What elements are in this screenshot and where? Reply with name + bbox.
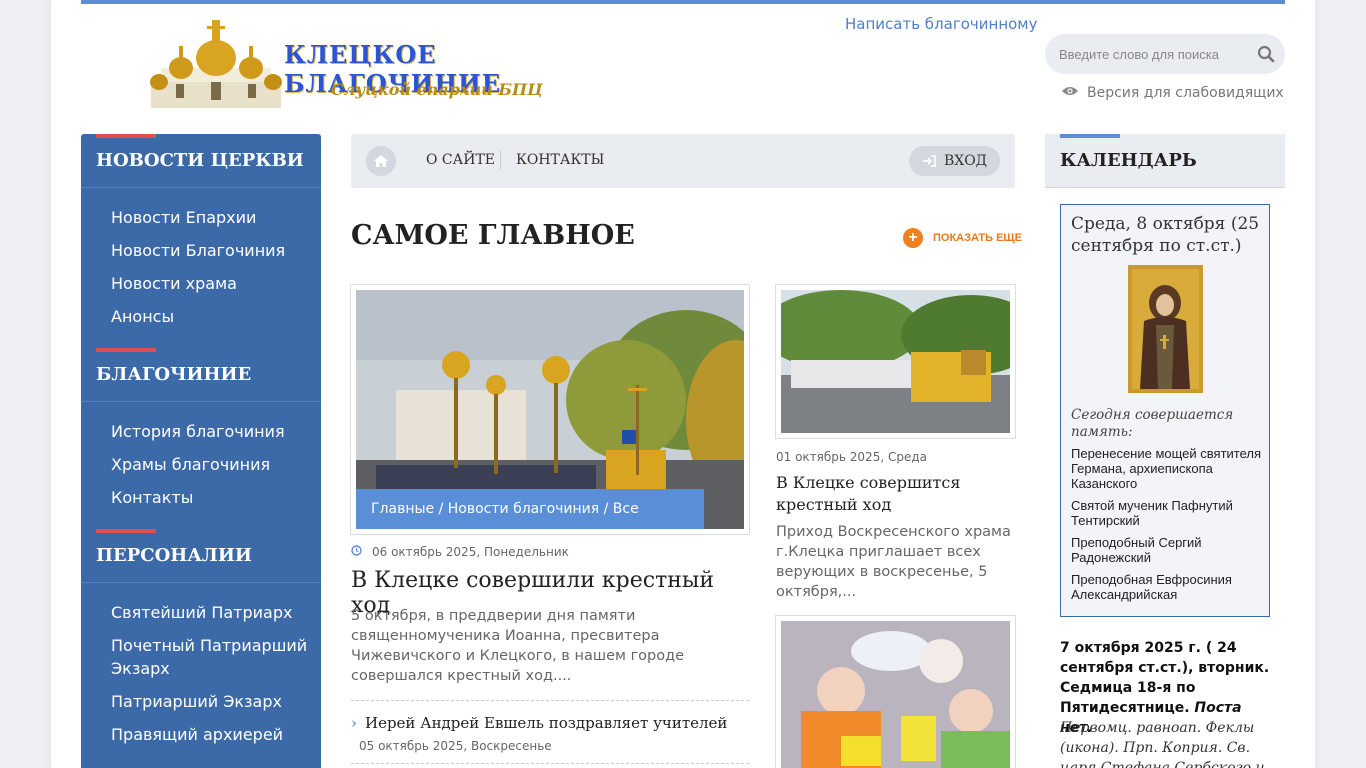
saint-item[interactable]: Преподобный Сергий Радонежский: [1071, 535, 1266, 565]
procession-road-photo: [781, 290, 1010, 433]
saints-list: Перенесение мощей святителя Германа, арх…: [1071, 446, 1266, 609]
logo-subtitle: Слуцкой епархии БПЦ: [331, 80, 543, 99]
section-title: БЛАГОЧИНИЕ: [96, 364, 252, 385]
clock-icon: [351, 545, 362, 559]
eye-icon: [1061, 85, 1079, 101]
divider: [351, 763, 749, 764]
sidebar-item-patriarch[interactable]: Святейший Патриарх: [111, 601, 321, 624]
featured-date-text: 06 октябрь 2025, Понедельник: [372, 545, 569, 559]
children-photo: [781, 621, 1010, 768]
sidebar-item-deanery-news[interactable]: Новости Благочиния: [111, 239, 321, 262]
plus-icon: +: [903, 228, 923, 248]
low-vision-link[interactable]: Версия для слабовидящих: [1061, 85, 1284, 101]
search-box: [1045, 34, 1285, 74]
section-accent: [96, 134, 156, 138]
low-vision-label: Версия для слабовидящих: [1087, 85, 1284, 101]
page: КЛЕЦКОЕ БЛАГОЧИНИЕ Слуцкой епархии БПЦ Н…: [51, 0, 1315, 768]
home-icon: [374, 155, 388, 167]
sidebar-item-temples[interactable]: Храмы благочиния: [111, 453, 321, 476]
sidebar-item-announcements[interactable]: Анонсы: [111, 305, 321, 328]
section-head-persons: ПЕРСОНАЛИИ: [81, 529, 321, 583]
list-item-date: 05 октябрь 2025, Воскресенье: [359, 739, 552, 753]
news-card-image[interactable]: [775, 615, 1016, 768]
right-sidebar: КАЛЕНДАРЬ Среда, 8 октября (25 сентября …: [1045, 134, 1285, 768]
news-card-title-link[interactable]: В Клецке совершится крестный ход: [776, 472, 1018, 516]
nav-divider: [500, 150, 501, 170]
calendar-memory-text: Первомц. равноап. Феклы (икона). Прп. Ко…: [1060, 720, 1265, 768]
section-list-church-news: Новости Епархии Новости Благочиния Новос…: [81, 188, 321, 348]
section-list-deanery: История благочиния Храмы благочиния Конт…: [81, 402, 321, 529]
featured-image[interactable]: Главные / Новости благочиния / Все Новос…: [350, 284, 750, 557]
site-logo[interactable]: КЛЕЦКОЕ БЛАГОЧИНИЕ Слуцкой епархии БПЦ: [141, 16, 581, 112]
sidebar-item-exarch[interactable]: Патриарший Экзарх: [111, 690, 321, 713]
home-button[interactable]: [366, 146, 396, 176]
calendar-date: Среда, 8 октября (25 сентября по ст.ст.): [1071, 214, 1260, 256]
sidebar-item-honorary-exarch[interactable]: Почетный Патриарший Экзарх: [111, 634, 321, 680]
news-card-image[interactable]: [775, 284, 1016, 439]
nav-about[interactable]: О САЙТЕ: [426, 152, 495, 168]
list-item: › Иерей Андрей Евшель поздравляет учителе…: [351, 712, 751, 757]
login-label: ВХОД: [943, 153, 988, 169]
featured-date: 06 октябрь 2025, Понедельник: [351, 545, 569, 559]
login-button[interactable]: ВХОД: [909, 146, 1000, 176]
saint-item[interactable]: Святой мученик Пафнутий Тентирский: [1071, 498, 1266, 528]
news-card-date: 01 октябрь 2025, Среда: [776, 450, 927, 464]
sidebar-item-temple-news[interactable]: Новости храма: [111, 272, 321, 295]
left-sidebar: НОВОСТИ ЦЕРКВИ Новости Епархии Новости Б…: [81, 134, 321, 768]
write-dean-link[interactable]: Написать благочинному: [845, 15, 1038, 33]
top-accent-bar: [81, 0, 1285, 4]
section-title: НОВОСТИ ЦЕРКВИ: [96, 150, 304, 171]
sidebar-item-bishop[interactable]: Правящий архиерей: [111, 723, 321, 746]
featured-excerpt: 5 октября, в преддверии дня памяти свяще…: [351, 608, 685, 684]
featured-category-link[interactable]: Главные / Новости благочиния / Все Новос…: [356, 489, 704, 557]
search-icon[interactable]: [1257, 45, 1275, 67]
list-item-title-link[interactable]: Иерей Андрей Евшель поздравляет учителей: [365, 714, 727, 732]
cathedral-logo-icon: [150, 20, 282, 108]
section-head-church-news: НОВОСТИ ЦЕРКВИ: [81, 134, 321, 188]
news-card-excerpt: Приход Воскресенского храма г.Клецка при…: [776, 524, 1011, 600]
nav-contacts[interactable]: КОНТАКТЫ: [516, 152, 604, 168]
saint-item[interactable]: Преподобная Евфросиния Александрийская: [1071, 572, 1266, 602]
section-title-main: САМОЕ ГЛАВНОЕ: [351, 220, 635, 251]
saint-item[interactable]: Перенесение мощей святителя Германа, арх…: [1071, 446, 1266, 491]
sidebar-item-history[interactable]: История благочиния: [111, 420, 321, 443]
section-accent: [96, 529, 156, 533]
show-more-label: ПОКАЗАТЬ ЕЩЕ: [933, 232, 1022, 244]
divider: [351, 700, 749, 701]
search-input[interactable]: [1059, 34, 1249, 74]
sidebar-item-contacts[interactable]: Контакты: [111, 486, 321, 509]
calendar-day-box: Среда, 8 октября (25 сентября по ст.ст.)…: [1060, 204, 1270, 617]
login-icon: [922, 155, 936, 167]
section-accent: [96, 348, 156, 352]
chevron-right-icon: ›: [351, 714, 357, 732]
section-list-persons: Святейший Патриарх Почетный Патриарший Э…: [81, 583, 321, 766]
section-head-deanery: БЛАГОЧИНИЕ: [81, 348, 321, 402]
calendar-accent: [1060, 134, 1120, 138]
sidebar-item-eparchy-news[interactable]: Новости Епархии: [111, 206, 321, 229]
show-more-button[interactable]: + ПОКАЗАТЬ ЕЩЕ: [903, 228, 1022, 248]
saint-icon-image[interactable]: [1128, 265, 1203, 393]
section-title: ПЕРСОНАЛИИ: [96, 545, 252, 566]
today-label: Сегодня совершается память:: [1071, 407, 1234, 440]
calendar-body: Среда, 8 октября (25 сентября по ст.ст.)…: [1045, 188, 1285, 768]
main-nav: О САЙТЕ КОНТАКТЫ ВХОД: [351, 134, 1015, 188]
calendar-title: КАЛЕНДАРЬ: [1060, 150, 1197, 171]
calendar-header: КАЛЕНДАРЬ: [1045, 134, 1285, 188]
